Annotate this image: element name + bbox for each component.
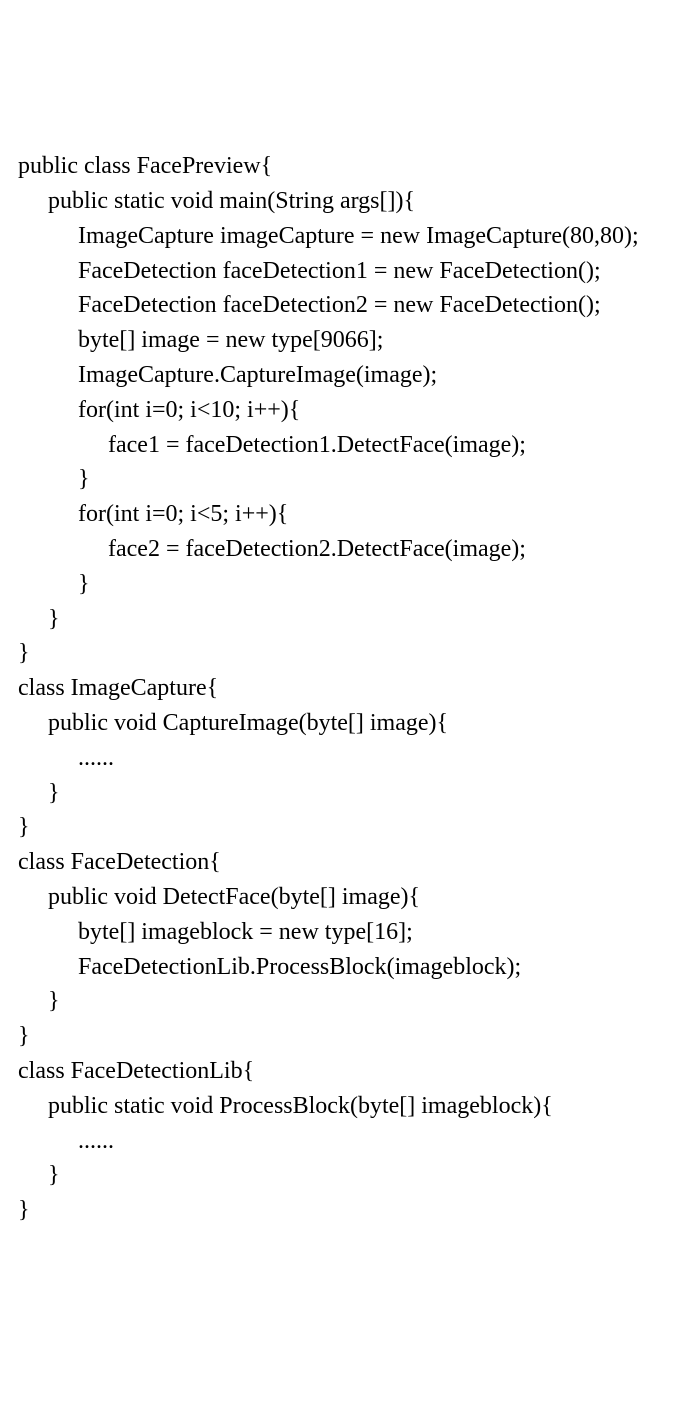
- code-line: public void DetectFace(byte[] image){: [18, 884, 420, 910]
- code-line: FaceDetection faceDetection2 = new FaceD…: [18, 292, 601, 318]
- code-line: for(int i=0; i<10; i++){: [18, 397, 300, 423]
- code-line: public static void ProcessBlock(byte[] i…: [18, 1093, 553, 1119]
- code-line: ImageCapture imageCapture = new ImageCap…: [18, 223, 639, 249]
- code-line: byte[] imageblock = new type[16];: [18, 919, 413, 945]
- code-line: }: [18, 1162, 60, 1188]
- code-line: }: [18, 780, 60, 806]
- code-line: public class FacePreview{: [18, 153, 272, 179]
- code-line: face2 = faceDetection2.DetectFace(image)…: [18, 536, 526, 562]
- code-line: ......: [18, 745, 114, 771]
- code-line: }: [18, 814, 30, 840]
- code-line: ImageCapture.CaptureImage(image);: [18, 362, 437, 388]
- code-line: }: [18, 640, 30, 666]
- code-line: for(int i=0; i<5; i++){: [18, 501, 288, 527]
- code-line: }: [18, 606, 60, 632]
- code-line: class FaceDetection{: [18, 849, 221, 875]
- code-line: class FaceDetectionLib{: [18, 1058, 254, 1084]
- code-block: public class FacePreview{ public static …: [18, 149, 664, 1228]
- code-line: public static void main(String args[]){: [18, 188, 415, 214]
- code-line: ......: [18, 1128, 114, 1154]
- code-line: FaceDetectionLib.ProcessBlock(imageblock…: [18, 954, 521, 980]
- code-line: }: [18, 1197, 30, 1223]
- code-line: FaceDetection faceDetection1 = new FaceD…: [18, 258, 601, 284]
- code-line: face1 = faceDetection1.DetectFace(image)…: [18, 432, 526, 458]
- code-line: byte[] image = new type[9066];: [18, 327, 383, 353]
- code-line: }: [18, 571, 90, 597]
- code-line: public void CaptureImage(byte[] image){: [18, 710, 448, 736]
- code-line: }: [18, 1023, 30, 1049]
- code-line: }: [18, 988, 60, 1014]
- code-line: class ImageCapture{: [18, 675, 218, 701]
- code-line: }: [18, 466, 90, 492]
